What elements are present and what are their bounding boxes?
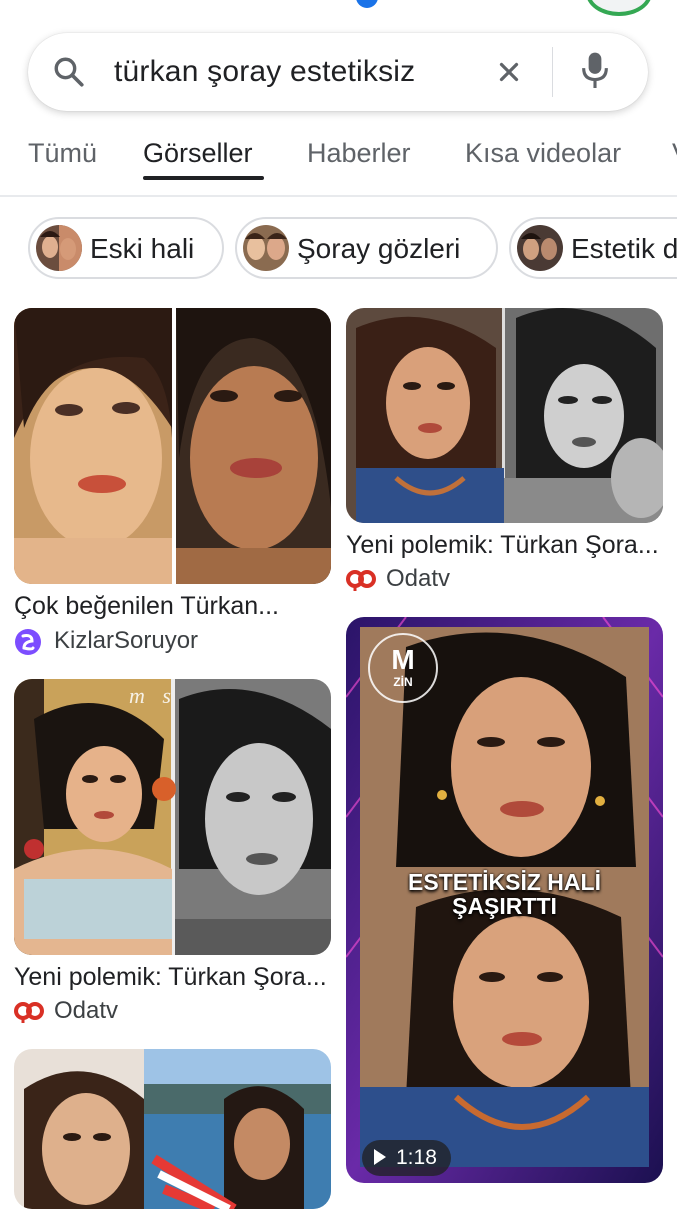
- result-image[interactable]: [14, 1049, 331, 1209]
- chip-thumbnail: [36, 225, 82, 271]
- chip-label: Estetik d: [571, 233, 677, 264]
- search-icon[interactable]: [52, 55, 86, 89]
- play-icon: [374, 1149, 386, 1165]
- video-duration-badge: 1:18: [362, 1140, 451, 1176]
- tab-news[interactable]: Haberler: [307, 136, 411, 170]
- source-name: KizlarSoruyor: [54, 627, 199, 654]
- result-image[interactable]: m s: [14, 679, 331, 955]
- image-watermark: m s: [129, 683, 177, 708]
- source-name: Odatv: [54, 997, 119, 1024]
- chip-thumbnail: [517, 225, 563, 271]
- search-input[interactable]: türkan şoray estetiksiz: [114, 53, 415, 91]
- clear-icon[interactable]: [494, 57, 524, 87]
- microphone-icon[interactable]: [578, 49, 612, 93]
- result-title[interactable]: Çok beğenilen Türkan...: [14, 590, 279, 622]
- result-title[interactable]: Yeni polemik: Türkan Şora...: [346, 529, 659, 561]
- video-overlay-line2: ŞAŞIRTTI: [452, 893, 557, 919]
- video-result[interactable]: M ZİN ESTETİKSİZ HALİ ŞAŞIRTTI: [346, 617, 663, 1183]
- tab-videos[interactable]: V: [672, 136, 677, 170]
- source-name: Odatv: [386, 565, 451, 592]
- chip-thumbnail: [243, 225, 289, 271]
- tabs-divider: [0, 195, 677, 197]
- chip-label: Eski hali: [90, 233, 195, 264]
- chip-label: Şoray gözleri: [297, 233, 461, 264]
- profile-avatar[interactable]: [586, 0, 652, 16]
- video-overlay-line1: ESTETİKSİZ HALİ: [408, 869, 601, 895]
- tab-all[interactable]: Tümü: [28, 136, 97, 170]
- chip-estetik[interactable]: Estetik d: [509, 217, 677, 279]
- odatv-icon: [14, 1002, 44, 1023]
- kizlarsoruyor-icon: [15, 629, 41, 655]
- video-duration: 1:18: [396, 1146, 437, 1169]
- tab-short-videos[interactable]: Kısa videolar: [465, 136, 621, 170]
- account-indicator-dot: [356, 0, 378, 8]
- tab-images[interactable]: Görseller: [143, 136, 253, 170]
- chip-eski-hali[interactable]: Eski hali: [28, 217, 224, 279]
- search-divider: [552, 47, 553, 97]
- result-image[interactable]: [346, 308, 663, 523]
- result-image[interactable]: [14, 308, 331, 584]
- result-title[interactable]: Yeni polemik: Türkan Şora...: [14, 961, 327, 993]
- active-tab-indicator: [143, 176, 264, 180]
- search-tabs: Tümü Görseller Haberler Kısa videolar V: [0, 126, 677, 196]
- odatv-icon: [346, 570, 376, 591]
- search-bar[interactable]: türkan şoray estetiksiz: [28, 33, 648, 111]
- chip-soray-gozleri[interactable]: Şoray gözleri: [235, 217, 498, 279]
- mzin-logo: M ZİN: [368, 633, 438, 703]
